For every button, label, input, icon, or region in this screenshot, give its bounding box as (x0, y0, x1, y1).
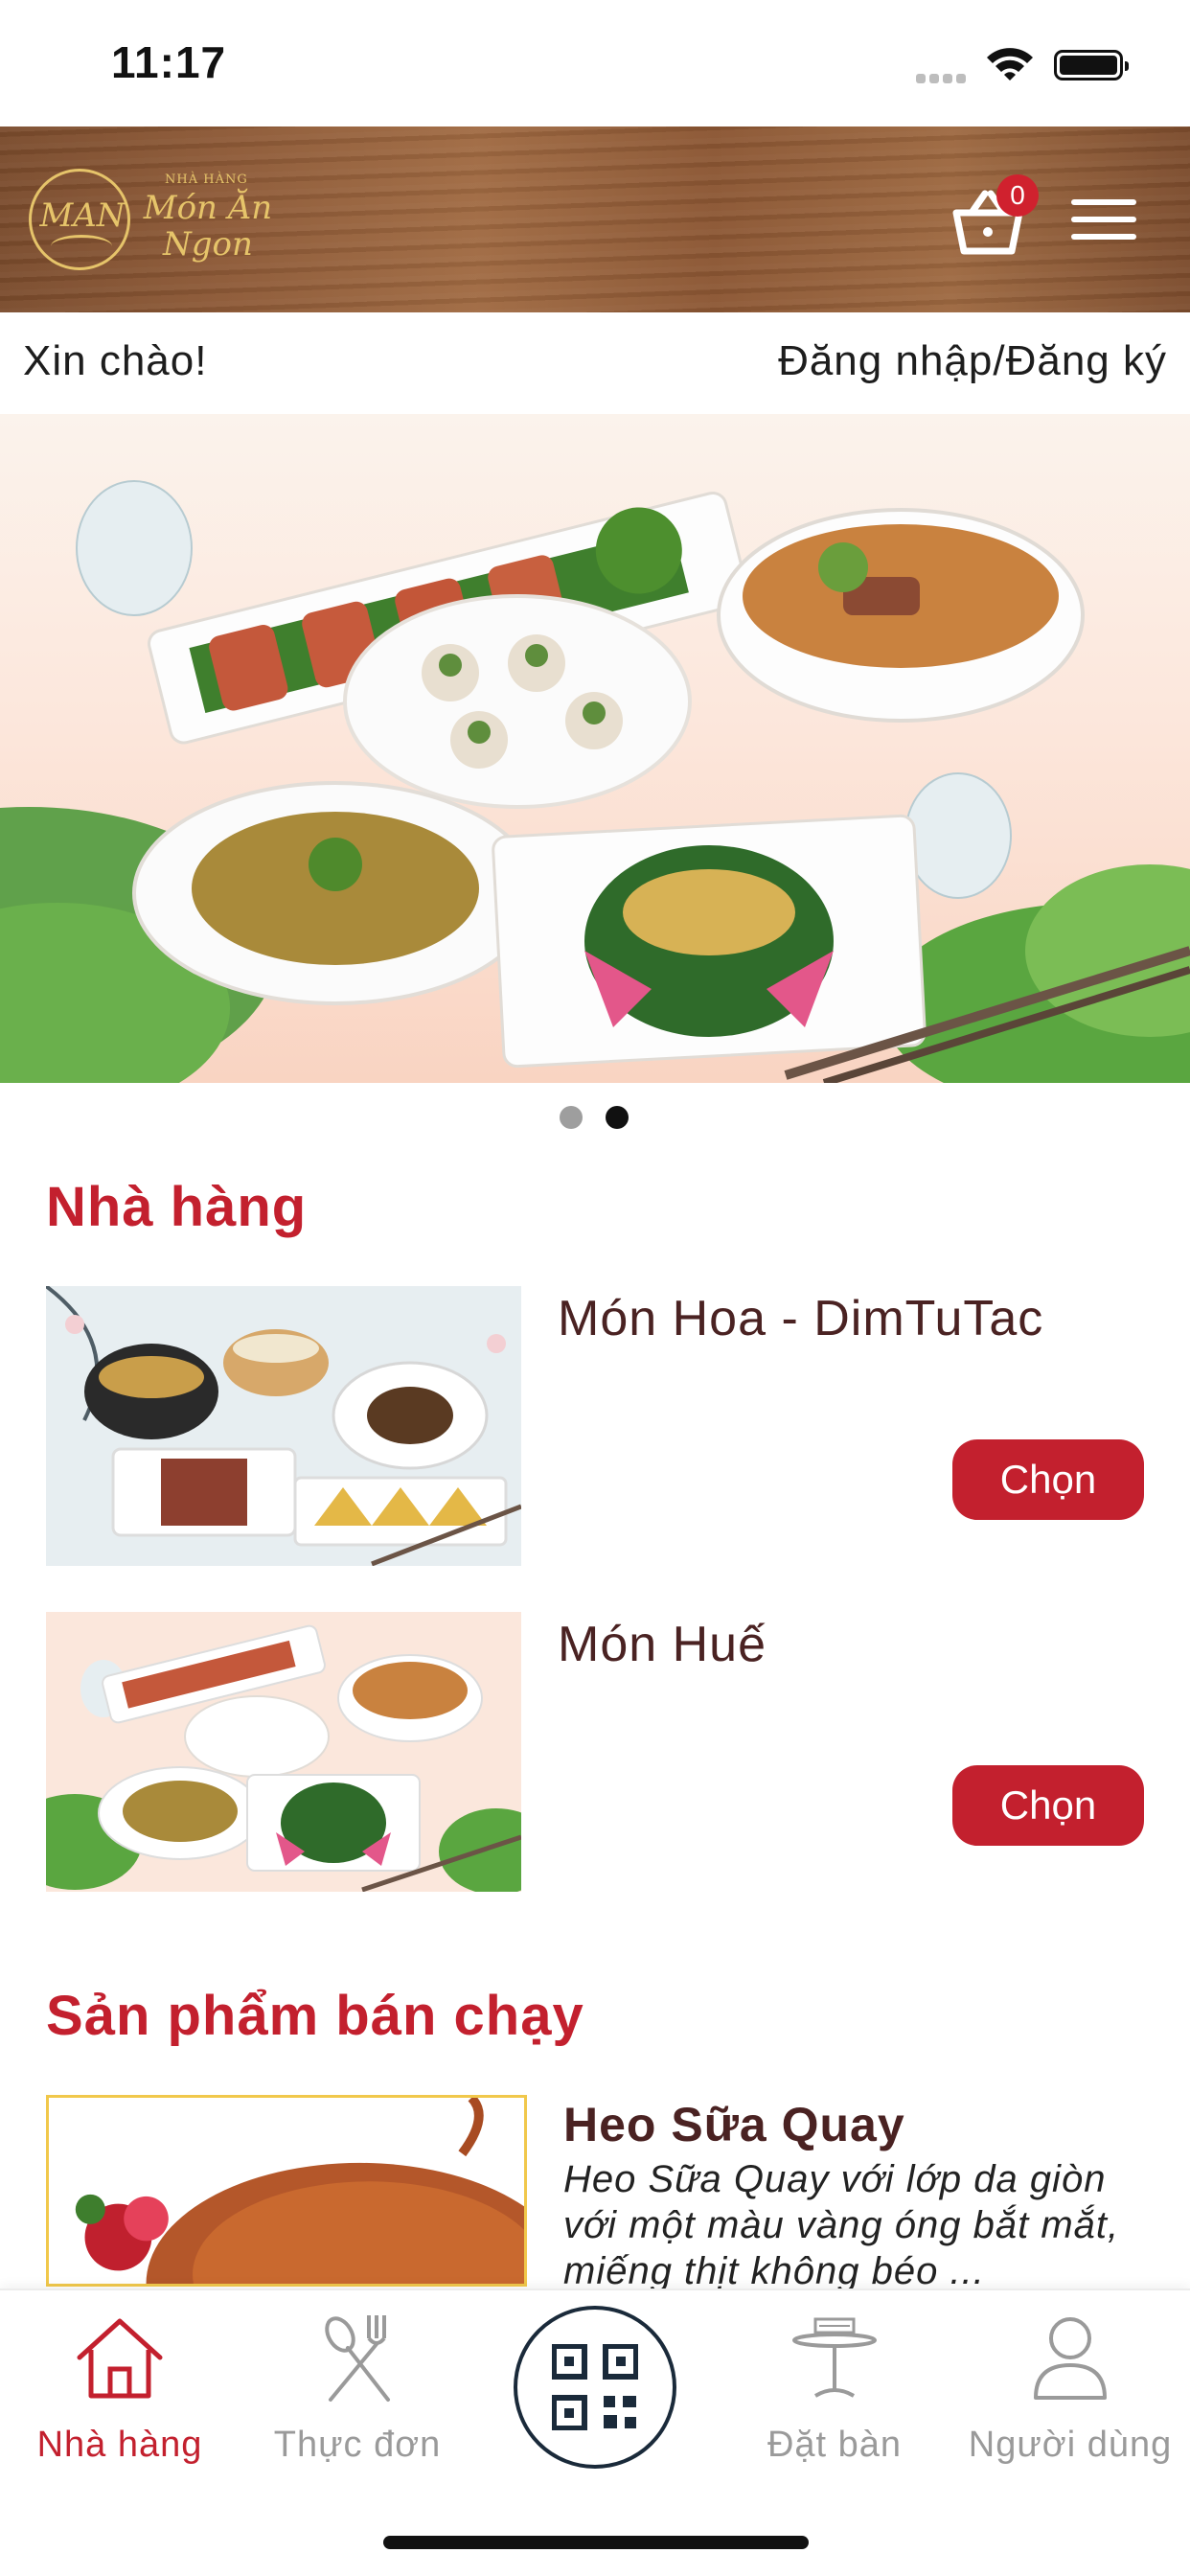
wifi-icon (987, 48, 1033, 80)
user-icon (1034, 2317, 1107, 2400)
logo-mark: MAN (39, 196, 126, 235)
best-sellers-section-title: Sản phẩm bán chạy (46, 1985, 584, 2047)
nav-label: Đặt bàn (767, 2425, 903, 2465)
qr-scan-button[interactable] (514, 2306, 676, 2469)
greeting-text: Xin chào! (23, 337, 208, 384)
logo-name-line1: Món Ăn (143, 189, 273, 227)
login-register-link[interactable]: Đăng nhập/Đăng ký (778, 337, 1167, 385)
restaurant-thumbnail (46, 1612, 521, 1892)
logo-emblem: MAN (29, 169, 130, 270)
nav-item-booking[interactable]: Đặt bàn (715, 2290, 954, 2482)
restaurant-thumbnail (46, 1286, 521, 1566)
product-thumbnail (46, 2095, 527, 2287)
carousel-dot-2[interactable] (606, 1106, 629, 1129)
restaurant-logo[interactable]: MAN NHÀ HÀNG Món Ăn Ngon (29, 165, 278, 272)
promo-banner[interactable] (0, 414, 1190, 1083)
qr-code-icon (552, 2344, 638, 2430)
nav-item-restaurants[interactable]: Nhà hàng (0, 2290, 240, 2482)
choose-restaurant-button[interactable]: Chọn (952, 1765, 1144, 1846)
product-card[interactable]: Heo Sữa Quay Heo Sữa Quay với lớp da giò… (46, 2095, 1144, 2292)
restaurant-name: Món Hoa - DimTuTac (558, 1291, 1044, 1346)
logo-waves (51, 235, 112, 258)
nav-label: Người dùng (968, 2425, 1173, 2465)
product-name: Heo Sữa Quay (563, 2098, 905, 2151)
cart-count-badge: 0 (996, 174, 1039, 217)
restaurant-card[interactable]: Món Hoa - DimTuTac Chọn (46, 1286, 1144, 1566)
nav-item-menu[interactable]: Thực đơn (238, 2290, 477, 2482)
restaurant-card[interactable]: Món Huế Chọn (46, 1612, 1144, 1892)
app-header: MAN NHÀ HÀNG Món Ăn Ngon 0 (0, 126, 1190, 312)
product-description: Heo Sữa Quay với lớp da giòn với một màu… (563, 2158, 1120, 2292)
reserved-table-icon (792, 2317, 877, 2398)
restaurant-name: Món Huế (558, 1617, 767, 1672)
hamburger-menu-icon[interactable] (1071, 199, 1136, 245)
nav-label: Nhà hàng (36, 2425, 203, 2465)
banner-food-image (0, 480, 1190, 1083)
choose-restaurant-button[interactable]: Chọn (952, 1439, 1144, 1520)
home-icon (77, 2318, 163, 2399)
nav-label: Thực đơn (273, 2425, 442, 2465)
restaurants-section-title: Nhà hàng (46, 1176, 308, 1238)
status-bar: 11:17 (0, 0, 1190, 126)
logo-name-line2: Ngon (163, 225, 253, 264)
logo-name: Món Ăn Ngon (136, 190, 280, 263)
battery-icon (1054, 50, 1129, 80)
carousel-dot-1[interactable] (560, 1106, 583, 1129)
status-time: 11:17 (111, 37, 227, 87)
home-indicator (383, 2536, 809, 2549)
carousel-dots[interactable] (560, 1106, 636, 1129)
utensils-icon (325, 2315, 390, 2402)
bottom-navigation: Nhà hàng Thực đơn Đặt bàn Người dùng (0, 2288, 1190, 2576)
logo-small-text: NHÀ HÀNG (165, 172, 248, 187)
nav-item-user[interactable]: Người dùng (950, 2290, 1190, 2482)
cellular-signal-icon (916, 71, 970, 83)
